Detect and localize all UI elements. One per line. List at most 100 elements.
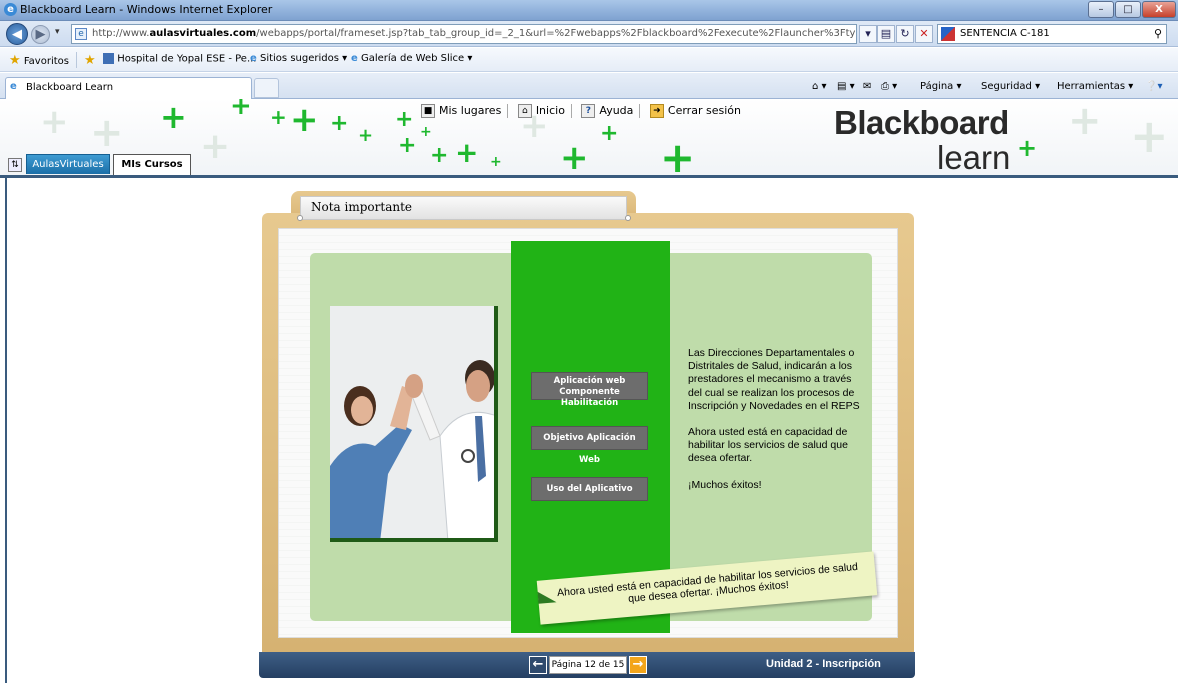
lesson-title: Nota importante: [300, 196, 627, 220]
help-icon[interactable]: ❔▾: [1145, 81, 1162, 92]
nav-ayuda[interactable]: ? Ayuda: [581, 104, 633, 118]
window-title: Blackboard Learn - Windows Internet Expl…: [20, 3, 273, 16]
maximize-button[interactable]: □: [1115, 1, 1141, 18]
favorite-hospital-yopal[interactable]: Hospital de Yopal ESE - Pe...: [103, 53, 257, 65]
minimize-button[interactable]: –: [1088, 1, 1114, 18]
tab-mis-cursos[interactable]: MIs Cursos: [113, 154, 191, 175]
decor-plus-icon: +: [600, 121, 619, 146]
forward-icon[interactable]: ▶: [31, 25, 50, 44]
add-favorite-icon[interactable]: ★: [84, 53, 96, 68]
new-tab-button[interactable]: [254, 78, 279, 98]
history-dropdown-icon[interactable]: ▾: [55, 27, 60, 37]
search-icon[interactable]: ⚲: [1154, 27, 1162, 40]
decor-plus-icon: +: [230, 99, 252, 121]
decor-plus-icon: +: [395, 107, 414, 132]
browser-tab-row: e Blackboard Learn ⌂ ▾ ▤ ▾ ✉ ⎙ ▾ Página ▾…: [0, 73, 1178, 99]
window-title-bar: e Blackboard Learn - Windows Internet Ex…: [0, 0, 1178, 21]
home-icon: ⌂: [517, 104, 532, 118]
blackboard-top-nav: ■ Mis lugares ⌂ Inicio ? Ayuda ➜ Cerrar sesi…: [421, 104, 747, 118]
tab-ie-icon: e: [10, 81, 17, 92]
help-icon: ?: [581, 104, 596, 118]
favorites-bar: ★ Favoritos ★ Hospital de Yopal ESE - Pe…: [0, 48, 1178, 72]
header-divider: [0, 175, 1178, 178]
star-icon: ★: [9, 53, 21, 68]
decor-plus-icon: +: [660, 133, 696, 176]
next-page-button[interactable]: →: [629, 656, 647, 674]
objetivo-aplicacion-button[interactable]: Objetivo Aplicación Web: [531, 426, 648, 465]
back-icon[interactable]: ◀: [6, 23, 28, 45]
favorites-button[interactable]: ★ Favoritos: [9, 53, 69, 68]
feeds-icon[interactable]: ▤ ▾: [837, 81, 855, 92]
favorite-galeria-web-slice[interactable]: e Galería de Web Slice ▾: [351, 53, 472, 64]
page-indicator: Página 12 de 15: [549, 656, 627, 674]
close-button[interactable]: X: [1142, 1, 1176, 18]
decor-plus-icon: +: [1068, 99, 1102, 144]
uso-aplicativo-button[interactable]: Uso del Aplicativo: [531, 477, 648, 501]
previous-page-button[interactable]: ←: [529, 656, 547, 674]
decor-plus-icon: +: [1130, 109, 1169, 163]
logo-plus-icon: +: [1017, 134, 1038, 162]
url-field[interactable]: http://www.aulasvirtuales.com/webapps/po…: [71, 24, 857, 44]
high-five-illustration: [330, 306, 494, 538]
paragraph-1: Las Direcciones Departamentales o Distri…: [688, 347, 860, 412]
nav-inicio[interactable]: ⌂ Inicio: [517, 104, 565, 118]
address-bar-row: ◀ ▶ ▾ http://www.aulasvirtuales.com/weba…: [0, 21, 1178, 47]
nav-cerrar-sesion[interactable]: ➜ Cerrar sesión: [649, 104, 741, 118]
high-five-photo: [330, 306, 498, 542]
learn-logo-text: learn: [937, 139, 1011, 176]
decor-plus-icon: +: [398, 133, 417, 158]
ie-logo-icon: e: [4, 3, 17, 16]
nav-mis-lugares[interactable]: ■ Mis lugares: [421, 104, 501, 118]
decor-plus-icon: +: [160, 99, 187, 136]
nav-separator: [639, 104, 641, 118]
browser-tab-blackboard[interactable]: e Blackboard Learn: [5, 77, 252, 99]
decor-plus-icon: +: [40, 102, 69, 142]
left-frame-border: [5, 175, 7, 683]
decor-plus-icon: +: [455, 136, 479, 169]
decor-plus-icon: +: [290, 100, 319, 140]
search-provider-icon: [941, 27, 955, 41]
page-icon: e: [75, 28, 87, 40]
menu-pagina[interactable]: Página ▾: [920, 81, 962, 92]
blackboard-logo-text: Blackboard: [834, 104, 1009, 141]
decor-plus-icon: +: [490, 154, 502, 170]
home-icon[interactable]: ⌂ ▾: [812, 81, 827, 92]
decor-plus-icon: +: [270, 105, 287, 129]
favorite-sitios-sugeridos[interactable]: e Sitios sugeridos ▾: [250, 53, 347, 64]
stop-icon[interactable]: ✕: [915, 25, 933, 43]
compatibility-view-icon[interactable]: ▤: [877, 25, 895, 43]
decor-plus-icon: +: [430, 143, 449, 168]
decor-plus-icon: +: [560, 138, 589, 175]
nav-separator: [507, 104, 509, 118]
mail-icon[interactable]: ✉: [863, 81, 871, 92]
rivet-icon: [297, 215, 303, 221]
menu-herramientas[interactable]: Herramientas ▾: [1057, 81, 1133, 92]
decor-plus-icon: +: [420, 124, 432, 140]
menu-seguridad[interactable]: Seguridad ▾: [981, 81, 1040, 92]
decor-plus-icon: +: [330, 111, 349, 136]
aplicacion-web-button[interactable]: Aplicación web Componente Habilitación: [531, 372, 648, 408]
print-icon[interactable]: ⎙ ▾: [881, 81, 897, 92]
nav-separator: [570, 104, 572, 118]
decor-plus-icon: +: [200, 126, 231, 167]
refresh-icon[interactable]: ↻: [896, 25, 914, 43]
decor-plus-icon: +: [358, 125, 374, 146]
favorites-label: Favoritos: [23, 56, 69, 67]
ie-site-icon: e: [250, 53, 257, 64]
lesson-body-text: Las Direcciones Departamentales o Distri…: [688, 347, 860, 505]
rivet-icon: [625, 215, 631, 221]
mis-lugares-icon: ■: [421, 104, 435, 118]
site-icon: [103, 53, 114, 64]
tab-aulas-virtuales[interactable]: AulasVirtuales: [26, 154, 110, 174]
paragraph-3: ¡Muchos éxitos!: [688, 478, 762, 491]
collapse-header-icon[interactable]: ⇅: [8, 158, 22, 172]
unit-title: Unidad 2 - Inscripción: [766, 658, 881, 670]
tab-label: Blackboard Learn: [26, 82, 114, 93]
search-field[interactable]: SENTENCIA C-181: [937, 24, 1167, 44]
web-slice-icon: e: [351, 53, 358, 64]
decor-plus-icon: +: [90, 110, 124, 156]
logout-icon: ➜: [649, 104, 664, 118]
url-dropdown-icon[interactable]: ▾: [859, 25, 877, 43]
favorites-divider: [76, 52, 77, 68]
paragraph-2: Ahora usted está en capacidad de habilit…: [688, 426, 848, 465]
